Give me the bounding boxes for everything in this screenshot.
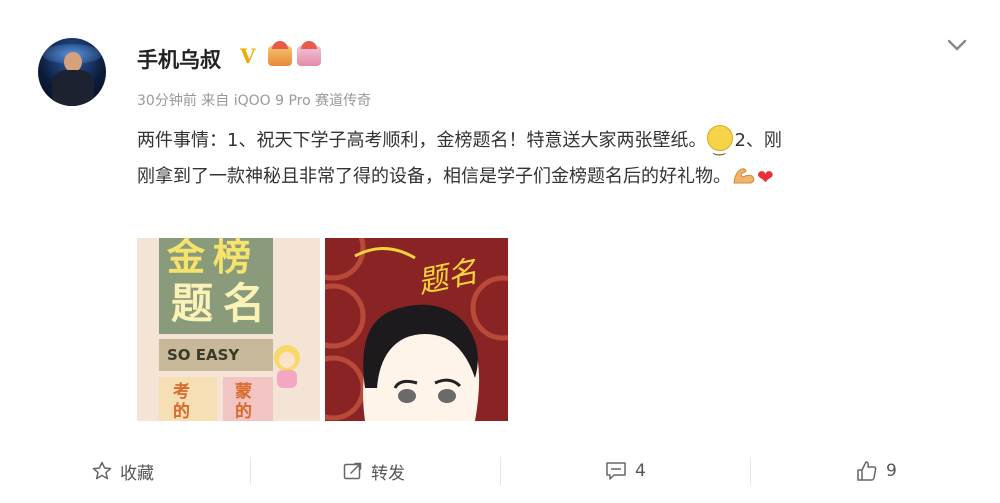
favorite-button[interactable]: 收藏: [92, 447, 154, 495]
action-divider: [250, 457, 251, 485]
post-image-1[interactable]: 金榜 题名 SO EASY 考的 蒙的: [137, 238, 320, 421]
repost-icon: [343, 462, 362, 480]
thumbs-up-icon: [857, 461, 877, 481]
post-text-line1-tail: 2、刚: [734, 130, 782, 151]
post-action-bar: 收藏 转发 4 9: [0, 447, 1000, 495]
avatar-body: [52, 70, 94, 106]
smile-emoji-icon: [707, 125, 734, 166]
comment-count: 4: [635, 461, 646, 481]
chevron-down-icon[interactable]: [946, 34, 968, 56]
action-divider: [750, 457, 751, 485]
username[interactable]: 手机乌叔: [137, 44, 221, 74]
action-divider: [500, 457, 501, 485]
user-avatar[interactable]: [38, 38, 106, 106]
post-text-line1: 两件事情：1、祝天下学子高考顺利，金榜题名！特意送大家两张壁纸。: [137, 130, 707, 151]
red-heart-emoji-icon: ❤: [757, 165, 774, 189]
fan-badge-icon: [268, 41, 292, 66]
image1-tile1: 考的: [173, 382, 190, 421]
like-button[interactable]: 9: [856, 447, 897, 495]
image1-tile2: 蒙的: [235, 382, 252, 421]
star-icon: [92, 461, 112, 480]
avatar-head: [64, 52, 82, 72]
repost-button[interactable]: 转发: [343, 447, 405, 495]
like-count: 9: [886, 461, 897, 481]
post-image-2[interactable]: 题名: [325, 238, 508, 421]
comment-button[interactable]: 4: [605, 447, 646, 495]
member-badge-icon: [297, 41, 321, 66]
post-text-line2: 刚拿到了一款神秘且非常了得的设备，相信是学子们金榜题名后的好礼物。: [137, 166, 731, 187]
favorite-label: 收藏: [120, 463, 154, 484]
repost-label: 转发: [371, 463, 405, 484]
post-meta: 30分钟前 来自 iQOO 9 Pro 赛道传奇: [137, 93, 372, 109]
verified-badge-icon: V: [240, 44, 256, 68]
image1-big-text: 题名: [171, 279, 276, 328]
weibo-post-card: 手机乌叔 V 30分钟前 来自 iQOO 9 Pro 赛道传奇 两件事情：1、祝…: [0, 0, 1000, 503]
flexed-arm-emoji-icon: [733, 168, 755, 184]
comment-icon: [606, 462, 626, 480]
image1-banner: SO EASY: [167, 346, 240, 364]
post-text: 两件事情：1、祝天下学子高考顺利，金榜题名！特意送大家两张壁纸。 2、刚 刚拿到了…: [137, 123, 967, 195]
